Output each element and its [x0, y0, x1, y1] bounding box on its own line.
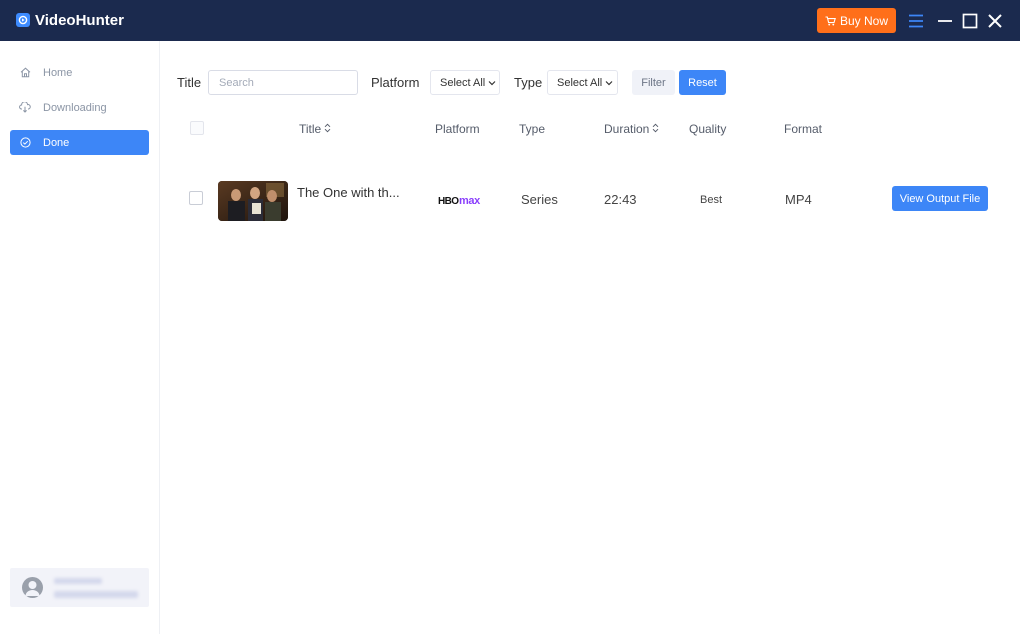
video-thumbnail: [218, 181, 288, 221]
reset-button[interactable]: Reset: [679, 70, 726, 95]
view-output-file-button[interactable]: View Output File: [892, 186, 988, 211]
column-header-platform: Platform: [435, 122, 480, 136]
hbo-max-logo-icon: HBO max: [438, 193, 490, 211]
platform-select[interactable]: Select All: [430, 70, 500, 95]
sidebar-item-home[interactable]: Home: [10, 60, 149, 85]
platform-filter-label: Platform: [371, 75, 420, 90]
check-circle-icon: [19, 137, 31, 149]
avatar: [22, 577, 43, 598]
sort-icon: [652, 122, 659, 136]
svg-text:HBO: HBO: [438, 196, 459, 206]
sidebar: Home Downloading Done: [0, 41, 160, 634]
sort-icon: [324, 122, 331, 136]
column-header-format: Format: [784, 122, 822, 136]
filter-button[interactable]: Filter: [632, 70, 675, 95]
sidebar-item-label: Home: [43, 66, 73, 79]
sidebar-item-done[interactable]: Done: [10, 130, 149, 155]
user-account[interactable]: [10, 568, 149, 607]
type-filter-label: Type: [514, 75, 543, 90]
user-email-blurred: [54, 591, 138, 598]
row-title: The One with th...: [297, 185, 400, 200]
sidebar-item-downloading[interactable]: Downloading: [10, 95, 149, 120]
app-title: VideoHunter: [35, 12, 124, 29]
svg-text:max: max: [459, 195, 481, 206]
title-filter-label: Title: [177, 75, 202, 90]
user-name-blurred: [54, 578, 102, 584]
sidebar-item-label: Done: [43, 136, 70, 149]
column-header-title[interactable]: Title: [299, 122, 331, 136]
type-select[interactable]: Select All: [547, 70, 618, 95]
buy-now-label: Buy Now: [839, 13, 889, 28]
close-icon[interactable]: [985, 11, 1005, 31]
minimize-icon[interactable]: [935, 11, 955, 31]
type-select-value: Select All: [557, 76, 603, 89]
home-icon: [19, 67, 31, 79]
chevron-down-icon: [605, 77, 613, 89]
app-logo-icon: [16, 13, 30, 27]
search-input[interactable]: [208, 70, 358, 95]
row-type: Series: [521, 192, 558, 207]
column-header-type: Type: [519, 122, 545, 136]
maximize-icon[interactable]: [960, 11, 980, 31]
row-duration: 22:43: [604, 192, 637, 207]
download-cloud-icon: [19, 102, 31, 114]
column-header-label: Format: [784, 122, 823, 136]
column-header-label: Type: [519, 122, 546, 136]
select-all-checkbox[interactable]: [190, 121, 204, 135]
row-checkbox[interactable]: [189, 191, 203, 205]
column-header-label: Platform: [435, 122, 480, 136]
column-header-label: Title: [299, 122, 322, 136]
row-quality: Best: [700, 194, 723, 206]
column-header-quality: Quality: [689, 122, 726, 136]
column-header-duration[interactable]: Duration: [604, 122, 659, 136]
buy-now-button[interactable]: Buy Now: [817, 8, 896, 33]
column-header-label: Duration: [604, 122, 650, 136]
sidebar-item-label: Downloading: [43, 101, 107, 114]
cart-icon: [825, 15, 836, 26]
chevron-down-icon: [488, 77, 496, 89]
row-format: MP4: [785, 192, 812, 207]
title-bar: VideoHunter Buy Now: [0, 0, 1020, 41]
platform-select-value: Select All: [440, 76, 486, 89]
menu-icon[interactable]: [906, 11, 926, 31]
column-header-label: Quality: [689, 122, 727, 136]
